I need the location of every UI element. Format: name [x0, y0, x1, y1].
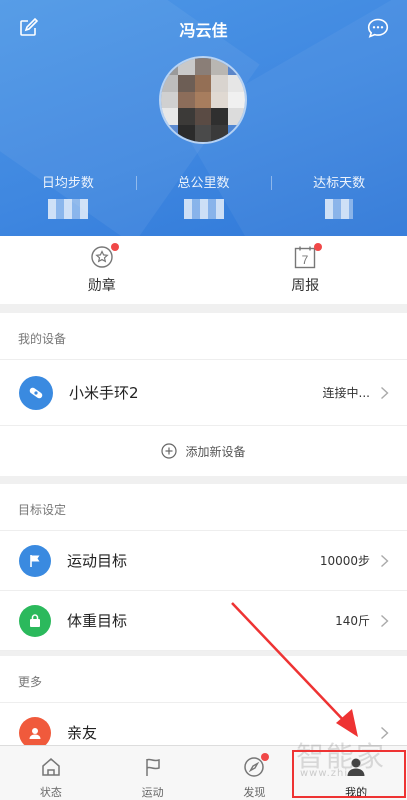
avatar[interactable] [159, 56, 247, 144]
home-icon [42, 758, 60, 776]
user-name: 冯云佳 [179, 21, 228, 40]
stat-value-blurred [325, 199, 354, 219]
medal-icon [90, 243, 119, 269]
stat-label: 达标天数 [313, 176, 366, 191]
calendar-day: 7 [302, 253, 309, 267]
weekly-report-label: 周报 [291, 278, 320, 294]
annotation-arrow [231, 602, 358, 737]
stat-label: 日均步数 [41, 176, 94, 191]
watermark-url: www.zhi [300, 768, 349, 779]
weekly-report-button[interactable]: 7 周报 [204, 236, 407, 304]
add-device-label: 添加新设备 [185, 444, 246, 459]
notification-dot [261, 753, 270, 761]
stat-avg-steps[interactable]: 日均步数 [0, 172, 136, 222]
chevron-right-icon [381, 386, 389, 399]
add-icon [161, 443, 178, 459]
devices-section: 我的设备 小米手环2 连接中... 添加新设备 [0, 313, 407, 476]
add-device-button[interactable]: 添加新设备 [0, 426, 407, 476]
flag-outline-icon [145, 758, 160, 776]
tab-sport[interactable]: 运动 [102, 746, 204, 800]
notification-dot [110, 243, 119, 251]
goal-label: 运动目标 [67, 552, 128, 570]
flag-icon [19, 544, 51, 577]
band-icon [19, 375, 53, 410]
stat-total-km[interactable]: 总公里数 [135, 172, 272, 222]
friends-icon [19, 716, 51, 749]
message-icon[interactable] [367, 18, 389, 38]
tab-label: 我的 [345, 786, 368, 799]
quick-actions: 勋章 7 周报 [0, 236, 407, 304]
goal-value: 10000步 [319, 554, 370, 568]
tab-label: 发现 [243, 786, 266, 799]
notification-dot [314, 243, 323, 251]
chevron-right-icon [381, 614, 389, 627]
tab-label: 状态 [39, 786, 62, 799]
medal-button[interactable]: 勋章 [0, 236, 204, 304]
goal-row-sport[interactable]: 运动目标 10000步 [0, 531, 407, 591]
device-name: 小米手环2 [69, 384, 139, 402]
device-row[interactable]: 小米手环2 连接中... [0, 360, 407, 426]
stat-value-blurred [183, 199, 224, 219]
tab-status[interactable]: 状态 [0, 746, 102, 800]
section-title: 目标设定 [0, 484, 407, 531]
medal-label: 勋章 [87, 278, 116, 294]
tab-label: 运动 [141, 786, 164, 799]
stat-label: 总公里数 [177, 176, 230, 191]
calendar-icon: 7 [293, 243, 323, 269]
stats-row: 日均步数 总公里数 达标天数 [0, 172, 407, 222]
section-title: 我的设备 [0, 313, 407, 360]
weight-bag-icon [19, 604, 51, 637]
chevron-right-icon [381, 554, 389, 567]
stat-goal-days[interactable]: 达标天数 [271, 172, 407, 222]
tab-discover[interactable]: 发现 [204, 746, 306, 800]
compass-icon [243, 753, 270, 778]
device-status: 连接中... [322, 386, 370, 400]
stat-value-blurred [47, 199, 88, 219]
profile-header: 冯云佳 日均步数 总公里数 达标天数 [0, 0, 407, 236]
